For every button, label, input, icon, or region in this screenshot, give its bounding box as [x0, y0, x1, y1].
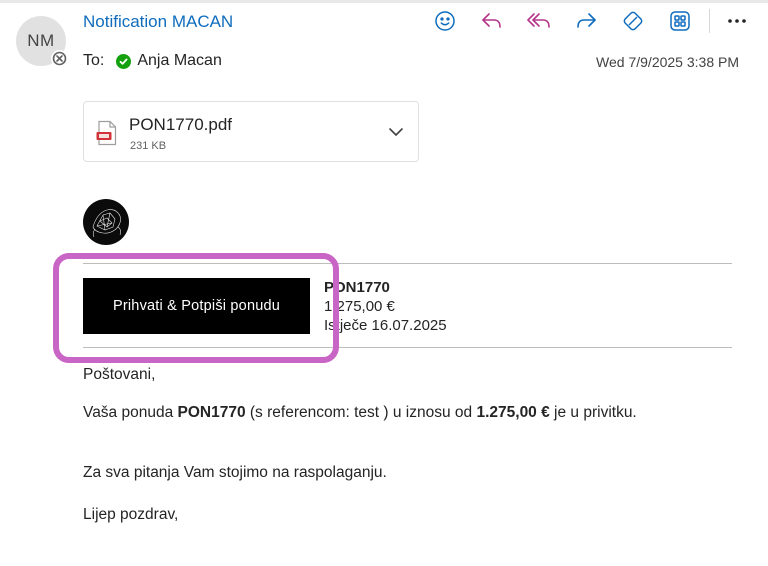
to-label: To: [83, 52, 105, 69]
message-toolbar [430, 6, 752, 36]
offer-divider-bottom [83, 347, 732, 348]
attachment-name[interactable]: PON1770.pdf [129, 115, 232, 135]
attachment-card[interactable]: PON1770.pdf 231 KB [83, 101, 419, 162]
reply-all-icon[interactable] [524, 6, 554, 36]
p1-offer-number: PON1770 [177, 404, 246, 421]
closing-text: Lijep pozdrav, [83, 506, 179, 523]
emoji-icon[interactable] [430, 6, 460, 36]
top-divider [0, 0, 768, 3]
recipient-name[interactable]: Anja Macan [137, 52, 222, 70]
forward-icon[interactable] [571, 6, 601, 36]
offer-paragraph: Vaša ponuda PON1770 (s referencom: test … [83, 402, 733, 423]
reply-icon[interactable] [477, 6, 507, 36]
presence-blocked-icon [51, 50, 68, 67]
email-subject: Notification MACAN [83, 12, 234, 31]
p1-suffix: je u privitku. [549, 404, 637, 421]
attachment-size: 231 KB [130, 140, 167, 152]
offer-divider-top [83, 263, 732, 264]
chevron-down-icon[interactable] [386, 122, 406, 142]
sticker-icon[interactable] [618, 6, 648, 36]
toolbar-separator [709, 9, 710, 33]
pdf-file-icon [96, 120, 118, 151]
p1-amount: 1.275,00 € [476, 404, 550, 421]
greeting-text: Poštovani, [83, 366, 156, 383]
questions-paragraph: Za sva pitanja Vam stojimo na raspolagan… [83, 464, 387, 481]
offer-expiry: Istječe 16.07.2025 [324, 317, 447, 334]
p1-prefix: Vaša ponuda [83, 404, 178, 421]
offer-amount: 1.275,00 € [324, 298, 395, 315]
offer-number: PON1770 [324, 279, 390, 296]
recipient-row: To: Anja Macan [83, 52, 222, 70]
available-check-icon [116, 53, 132, 69]
accept-sign-offer-button[interactable]: Prihvati & Potpiši ponudu [83, 278, 310, 334]
sent-date: Wed 7/9/2025 3:38 PM [596, 54, 739, 70]
apps-icon[interactable] [665, 6, 695, 36]
sender-initials: NM [27, 31, 55, 50]
p1-middle: (s referencom: test ) u iznosu od [245, 404, 477, 421]
company-logo [83, 199, 129, 245]
more-icon[interactable] [722, 6, 752, 36]
